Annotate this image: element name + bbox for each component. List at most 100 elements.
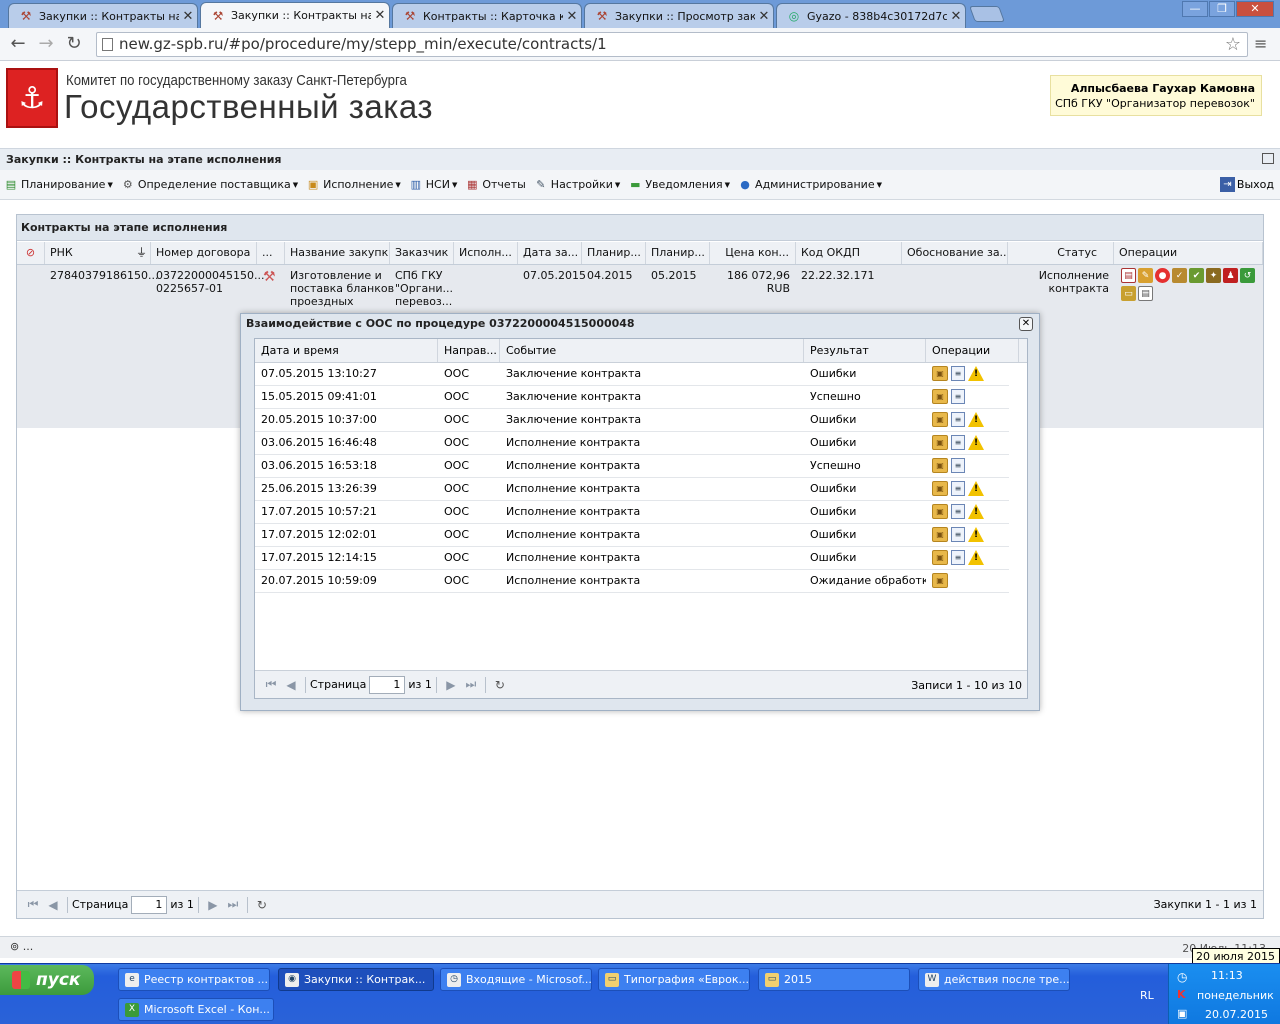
package-icon[interactable]: ▣: [932, 573, 948, 588]
package-icon[interactable]: ▣: [932, 366, 948, 381]
taskbar-item-active[interactable]: ◉ Закупки :: Контрак...: [278, 968, 434, 991]
document-icon[interactable]: ≡: [951, 389, 965, 404]
stop-icon[interactable]: ●: [1155, 268, 1170, 283]
tools-icon[interactable]: ⚒: [263, 270, 276, 284]
emblem-icon[interactable]: ✦: [1206, 268, 1221, 283]
start-button[interactable]: пуск: [0, 965, 94, 995]
language-indicator[interactable]: RL: [1140, 989, 1154, 1002]
col-plan1[interactable]: Планир...: [582, 242, 646, 264]
forward-arrow-icon[interactable]: →: [34, 33, 58, 55]
taskbar-item[interactable]: Wдействия после тре...: [918, 968, 1070, 991]
window-close-button[interactable]: ✕: [1236, 1, 1274, 17]
menu-nsi[interactable]: ▥ НСИ ▼: [409, 178, 458, 192]
col-result[interactable]: Результат: [804, 339, 926, 362]
warning-icon[interactable]: !: [968, 412, 984, 427]
document-icon[interactable]: ≡: [951, 527, 965, 542]
page-input[interactable]: 1: [131, 895, 168, 914]
tray-time[interactable]: 11:13: [1211, 969, 1243, 982]
sign-icon[interactable]: ✓: [1172, 268, 1187, 283]
approve-icon[interactable]: ✔: [1189, 268, 1204, 283]
taskbar-item[interactable]: ▭ 2015: [758, 968, 910, 991]
package-icon[interactable]: ▣: [932, 389, 948, 404]
menu-planning[interactable]: ▤ Планирование ▼: [4, 178, 113, 192]
browser-tab-active[interactable]: ⚒Закупки :: Контракты на эт✕: [200, 2, 390, 28]
menu-reports[interactable]: ▦ Отчеты: [465, 178, 526, 192]
new-tab-button[interactable]: [969, 6, 1005, 22]
browser-tab[interactable]: ◎ Gyazo - 838b4c30172d7ca9 ✕: [776, 3, 966, 28]
page-icon[interactable]: ▤: [1138, 286, 1153, 301]
page-input[interactable]: 1: [369, 675, 406, 694]
warning-icon[interactable]: !: [968, 435, 984, 450]
col-customer[interactable]: Заказчик: [390, 242, 454, 264]
warning-icon[interactable]: !: [968, 504, 984, 519]
refresh-icon[interactable]: ↻: [490, 678, 510, 692]
col-rnk[interactable]: РНК ⏚: [45, 242, 151, 264]
maximize-button[interactable]: ❐: [1209, 1, 1235, 17]
col-dots[interactable]: ...: [257, 242, 285, 264]
star-icon[interactable]: ☆: [1225, 33, 1241, 56]
warning-icon[interactable]: !: [968, 366, 984, 381]
col-operations[interactable]: Операции: [1114, 242, 1263, 264]
taskbar-item[interactable]: ▭ Типография «Еврок...: [598, 968, 750, 991]
col-operations[interactable]: Операции: [926, 339, 1019, 362]
users-icon[interactable]: ♟: [1223, 268, 1238, 283]
browser-tab[interactable]: ⚒ Закупки :: Просмотр закуп ✕: [584, 3, 774, 28]
edit-icon[interactable]: ✎: [1138, 268, 1153, 283]
package-icon[interactable]: ▣: [932, 550, 948, 565]
col-price[interactable]: Цена кон...: [710, 242, 796, 264]
browser-tab[interactable]: ⚒Контракты :: Карточка кон✕: [392, 3, 582, 28]
chrome-menu-icon[interactable]: ≡: [1254, 34, 1267, 53]
close-icon[interactable]: ✕: [947, 9, 965, 24]
browser-tab[interactable]: ⚒Закупки :: Контракты на эт✕: [8, 3, 198, 28]
prev-page-icon[interactable]: ◀: [281, 678, 301, 692]
last-page-icon[interactable]: ⏭: [223, 897, 243, 912]
last-page-icon[interactable]: ⏭: [461, 677, 481, 692]
warning-icon[interactable]: !: [968, 527, 984, 542]
close-icon[interactable]: ✕: [1019, 317, 1033, 331]
back-arrow-icon[interactable]: ←: [6, 33, 30, 55]
col-date[interactable]: Дата за...: [518, 242, 582, 264]
menu-notifications[interactable]: ▬ Уведомления ▼: [628, 178, 730, 192]
package-icon[interactable]: ▣: [932, 481, 948, 496]
col-event[interactable]: Событие: [500, 339, 804, 362]
warning-icon[interactable]: !: [968, 481, 984, 496]
table-row[interactable]: 20.05.2015 10:37:00 ООС Заключение контрак…: [255, 409, 1009, 432]
package-icon[interactable]: ▣: [932, 504, 948, 519]
document-icon[interactable]: ≡: [951, 458, 965, 473]
menu-execution[interactable]: ▣ Исполнение ▼: [306, 178, 401, 192]
document-icon[interactable]: ≡: [951, 435, 965, 450]
refresh-green-icon[interactable]: ↺: [1240, 268, 1255, 283]
document-icon[interactable]: ≡: [951, 550, 965, 565]
table-row[interactable]: 17.07.2015 12:14:15 ООС Исполнение контрак…: [255, 547, 1009, 570]
taskbar-item[interactable]: ◷ Входящие - Microsof...: [440, 968, 592, 991]
close-icon[interactable]: ✕: [563, 9, 581, 24]
first-page-icon[interactable]: ⏮: [261, 677, 281, 692]
col-status[interactable]: Статус: [1008, 242, 1114, 264]
col-okdp[interactable]: Код ОКДП: [796, 242, 902, 264]
maximize-panel-icon[interactable]: [1262, 153, 1274, 164]
address-bar[interactable]: new.gz-spb.ru/#po/procedure/my/stepp_min…: [96, 32, 1248, 57]
exit-button[interactable]: ⇥ Выход: [1219, 177, 1274, 192]
next-page-icon[interactable]: ▶: [203, 898, 223, 912]
table-row[interactable]: 03.06.2015 16:46:48 ООС Исполнение контрак…: [255, 432, 1009, 455]
warning-icon[interactable]: !: [968, 550, 984, 565]
refresh-icon[interactable]: ↻: [252, 898, 272, 912]
prev-page-icon[interactable]: ◀: [43, 898, 63, 912]
reload-icon[interactable]: ↻: [62, 33, 86, 55]
close-icon[interactable]: ✕: [179, 9, 197, 24]
taskbar-item[interactable]: e Реестр контрактов ...: [118, 968, 270, 991]
package-icon[interactable]: ▣: [932, 412, 948, 427]
col-justification[interactable]: Обоснование за...: [902, 242, 1008, 264]
table-row[interactable]: 20.07.2015 10:59:09 ООС Исполнение контрак…: [255, 570, 1009, 593]
minimize-button[interactable]: —: [1182, 1, 1208, 17]
first-page-icon[interactable]: ⏮: [23, 897, 43, 912]
next-page-icon[interactable]: ▶: [441, 678, 461, 692]
table-row[interactable]: 15.05.2015 09:41:01 ООС Заключение контрак…: [255, 386, 1009, 409]
package-icon[interactable]: ▣: [932, 458, 948, 473]
col-contract-no[interactable]: Номер договора: [151, 242, 257, 264]
col-executor[interactable]: Исполн...: [454, 242, 518, 264]
menu-settings[interactable]: ✎ Настройки ▼: [534, 178, 620, 192]
table-row[interactable]: 03.06.2015 16:53:18 ООС Исполнение контрак…: [255, 455, 1009, 478]
col-direction[interactable]: Направ...: [438, 339, 500, 362]
document-icon[interactable]: ≡: [951, 481, 965, 496]
